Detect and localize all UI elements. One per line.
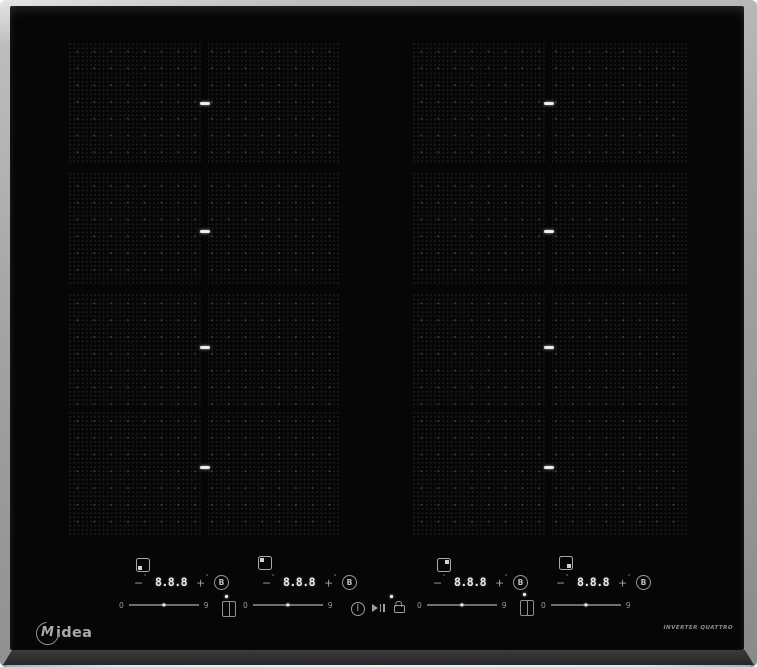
inverter-quattro-label: INVERTER QUATTRO [664, 625, 733, 631]
zone-select-key-right-front[interactable] [559, 556, 573, 570]
zone-position-dot [445, 560, 449, 564]
booster-button[interactable]: B [513, 575, 528, 590]
bridge-indicator-dot [225, 595, 228, 598]
bridge-zones-icon-right[interactable] [520, 600, 534, 616]
slider-dot [460, 603, 463, 606]
lock-body [394, 605, 405, 614]
zone-position-dot [567, 564, 571, 568]
slider-track[interactable] [551, 604, 621, 605]
zone-controls-left-rear: −° 8.8.8 +° B [261, 574, 357, 590]
slider-max-label: 9 [502, 601, 507, 610]
slider-min-label: 0 [119, 601, 124, 610]
power-level-display: 8.8.8 [573, 575, 613, 589]
slider-track[interactable] [129, 604, 199, 605]
slider-dot [584, 603, 587, 606]
power-up-button[interactable]: +° [617, 576, 631, 589]
pause-bar [380, 604, 381, 612]
power-slider-left-rear[interactable]: 0 9 [243, 599, 333, 611]
power-level-display: 8.8.8 [279, 575, 319, 589]
slider-dot [162, 603, 165, 606]
midea-logo-text: idea [56, 625, 92, 641]
slider-min-label: 0 [417, 601, 422, 610]
play-triangle [372, 604, 378, 612]
pause-bar [383, 604, 384, 612]
power-down-button[interactable]: −° [432, 576, 446, 589]
power-slider-right-rear[interactable]: 0 9 [417, 599, 507, 611]
center-indicator-dot [390, 595, 393, 598]
bridge-indicator-dot [523, 593, 526, 596]
cooking-zone-right [412, 42, 687, 535]
zone-center-divider [202, 42, 208, 535]
booster-button[interactable]: B [214, 575, 229, 590]
power-slider-left-front[interactable]: 0 9 [119, 599, 209, 611]
pan-center-tick [544, 346, 554, 349]
pan-center-tick [544, 102, 554, 105]
power-slider-right-front[interactable]: 0 9 [541, 599, 631, 611]
zone-center-divider [546, 42, 552, 535]
zone-controls-right-front: −° 8.8.8 +° B [555, 574, 651, 590]
zone-position-dot [260, 558, 264, 562]
midea-logo-m: M [41, 625, 54, 640]
lock-icon[interactable] [394, 601, 403, 613]
slider-min-label: 0 [243, 601, 248, 610]
power-up-button[interactable]: +° [195, 576, 209, 589]
power-up-button[interactable]: +° [323, 576, 337, 589]
zone-select-key-left-rear[interactable] [258, 556, 272, 570]
zone-controls-right-rear: −° 8.8.8 +° B [432, 574, 528, 590]
cooking-zone-left [68, 42, 340, 535]
zone-select-key-left-front[interactable] [136, 558, 150, 572]
pan-center-tick [200, 230, 210, 233]
slider-max-label: 9 [626, 601, 631, 610]
bridge-zones-icon-left[interactable] [222, 601, 236, 617]
slider-max-label: 9 [328, 601, 333, 610]
pan-center-tick [200, 466, 210, 469]
power-down-button[interactable]: −° [555, 576, 569, 589]
power-icon[interactable] [351, 602, 365, 616]
slider-max-label: 9 [204, 601, 209, 610]
pan-center-tick [200, 102, 210, 105]
play-pause-icon[interactable] [372, 602, 385, 614]
cooktop-photo: −° 8.8.8 +° B 0 9 −° 8.8.8 +° B 0 9 −° 8… [0, 0, 757, 667]
power-down-button[interactable]: −° [133, 576, 147, 589]
midea-logo-ring: M [36, 622, 59, 645]
power-down-button[interactable]: −° [261, 576, 275, 589]
zone-controls-left-front: −° 8.8.8 +° B [133, 574, 229, 590]
pan-center-tick [544, 466, 554, 469]
zone-position-dot [138, 566, 142, 570]
slider-dot [286, 603, 289, 606]
power-up-button[interactable]: +° [494, 576, 508, 589]
booster-button[interactable]: B [342, 575, 357, 590]
power-level-display: 8.8.8 [450, 575, 490, 589]
zone-select-key-right-rear[interactable] [437, 558, 451, 572]
booster-button[interactable]: B [636, 575, 651, 590]
midea-logo: M idea [36, 617, 92, 649]
slider-min-label: 0 [541, 601, 546, 610]
pan-center-tick [544, 230, 554, 233]
pan-center-tick [200, 346, 210, 349]
power-level-display: 8.8.8 [151, 575, 191, 589]
slider-track[interactable] [253, 604, 323, 605]
slider-track[interactable] [427, 604, 497, 605]
